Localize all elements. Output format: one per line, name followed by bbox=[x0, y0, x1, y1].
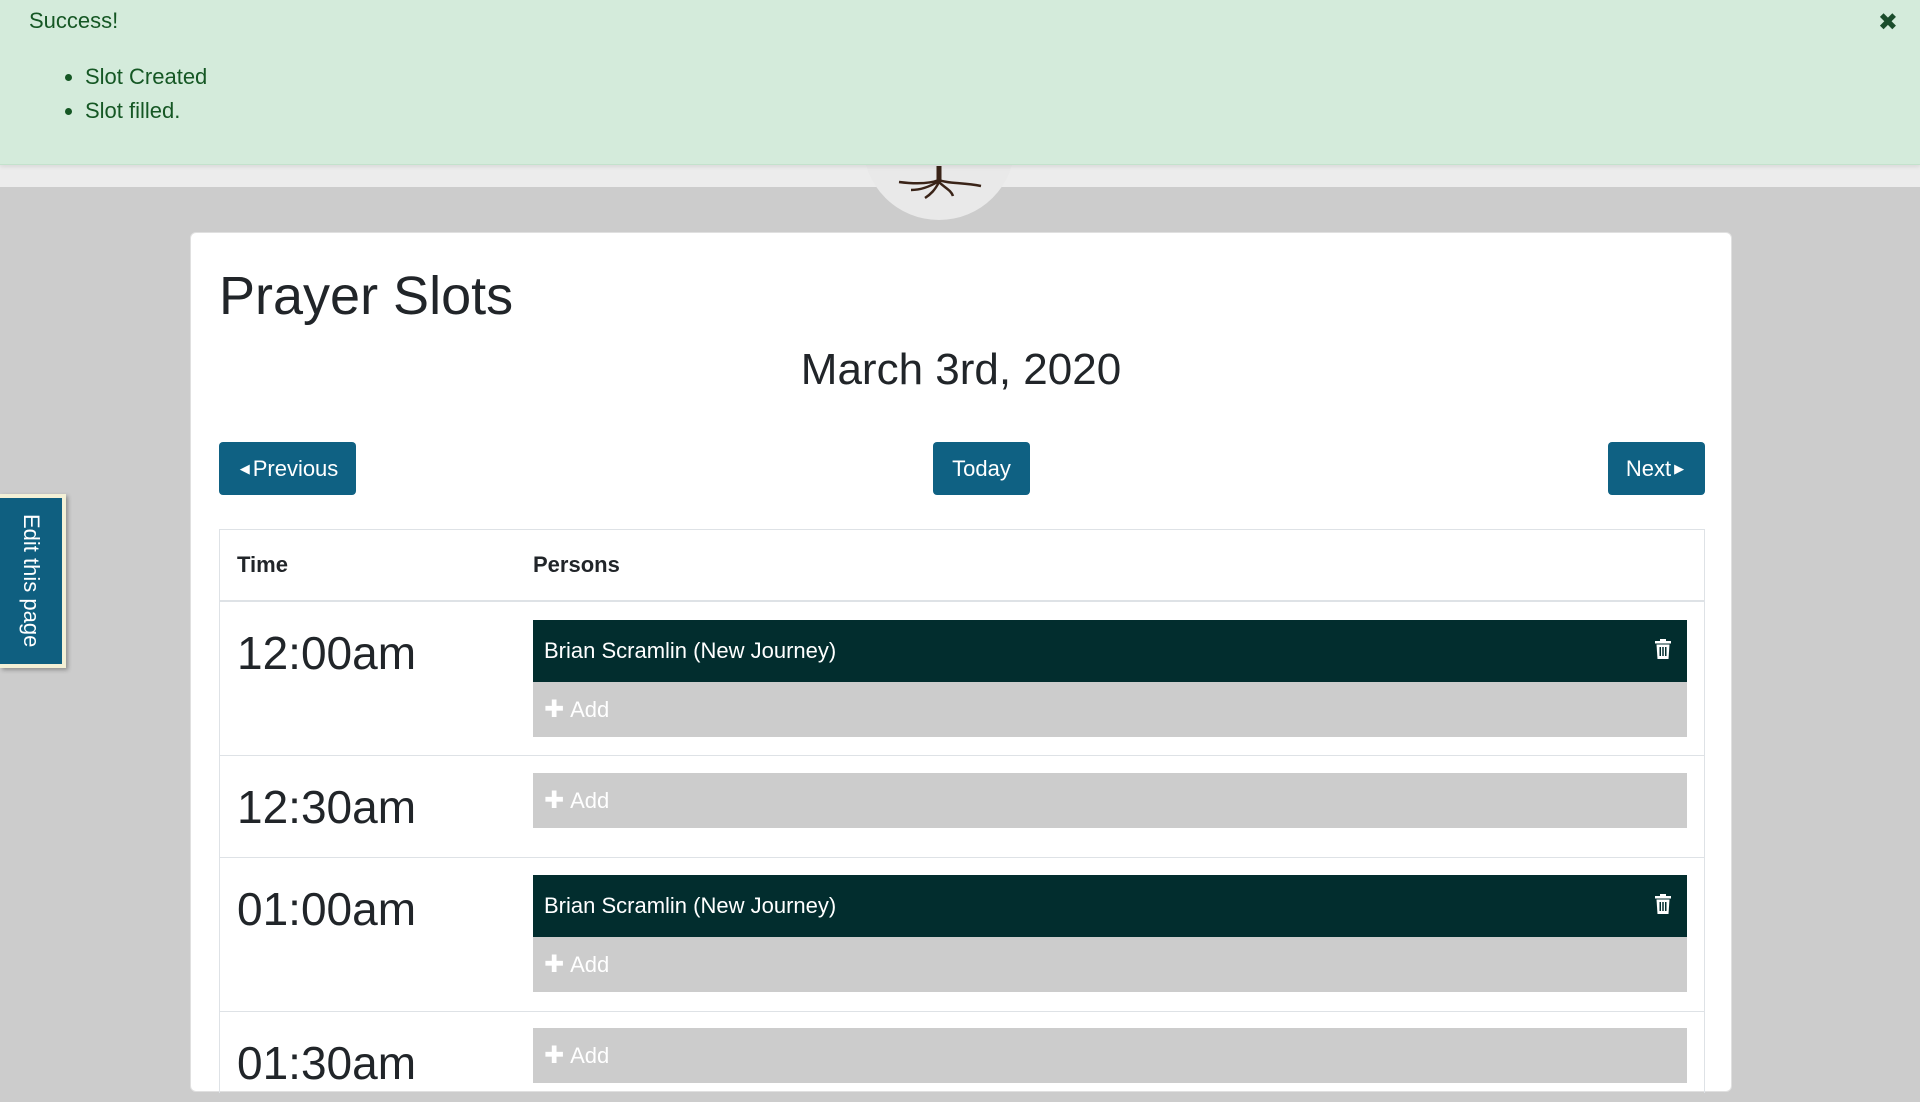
close-icon[interactable]: ✖ bbox=[1878, 8, 1898, 37]
prayer-slots-card: Prayer Slots March 3rd, 2020 ◀ Previous … bbox=[190, 232, 1732, 1093]
caret-left-icon: ◀ bbox=[239, 460, 250, 476]
slot-time: 12:00am bbox=[237, 627, 417, 679]
table-row: 01:00am Brian Scramlin (New Journey) ✚ A… bbox=[220, 858, 1704, 1012]
page-title: Prayer Slots bbox=[219, 266, 514, 326]
alert-message-list: Slot Created Slot filled. bbox=[56, 60, 207, 128]
add-label: Add bbox=[570, 696, 610, 722]
trash-icon[interactable] bbox=[1655, 639, 1671, 659]
today-button[interactable]: Today bbox=[933, 442, 1030, 495]
plus-icon: ✚ bbox=[544, 696, 565, 723]
trash-icon[interactable] bbox=[1655, 894, 1671, 914]
plus-icon: ✚ bbox=[544, 787, 565, 814]
today-label: Today bbox=[952, 455, 1011, 481]
person-name: Brian Scramlin (New Journey) bbox=[544, 893, 837, 918]
add-slot-button[interactable]: ✚ Add bbox=[533, 682, 1687, 737]
previous-button[interactable]: ◀ Previous bbox=[219, 442, 356, 495]
slots-table: Time Persons 12:00am Brian Scramlin (New… bbox=[219, 529, 1705, 1093]
table-header: Time Persons bbox=[220, 530, 1704, 602]
table-row: 12:30am ✚ Add bbox=[220, 756, 1704, 858]
success-alert: Success! Slot Created Slot filled. ✖ bbox=[0, 0, 1920, 165]
add-slot-button[interactable]: ✚ Add bbox=[533, 937, 1687, 992]
filled-slot: Brian Scramlin (New Journey) bbox=[533, 875, 1687, 937]
caret-right-icon: ▶ bbox=[1674, 460, 1685, 476]
column-header-time: Time bbox=[237, 552, 288, 577]
filled-slot: Brian Scramlin (New Journey) bbox=[533, 620, 1687, 682]
edit-page-tab[interactable]: Edit this page bbox=[0, 494, 66, 668]
alert-title: Success! bbox=[29, 8, 119, 33]
alert-message: Slot Created bbox=[85, 60, 207, 94]
previous-label: Previous bbox=[252, 455, 339, 481]
slot-time: 01:30am bbox=[237, 1037, 417, 1089]
slot-time: 01:00am bbox=[237, 883, 417, 935]
column-header-persons: Persons bbox=[533, 552, 620, 577]
table-row: 12:00am Brian Scramlin (New Journey) ✚ A… bbox=[220, 602, 1704, 756]
edit-page-label: Edit this page bbox=[19, 514, 44, 648]
add-label: Add bbox=[570, 787, 610, 813]
plus-icon: ✚ bbox=[544, 1042, 565, 1069]
plus-icon: ✚ bbox=[544, 951, 565, 978]
person-name: Brian Scramlin (New Journey) bbox=[544, 638, 837, 663]
table-row: 01:30am ✚ Add bbox=[220, 1012, 1704, 1102]
next-label: Next bbox=[1625, 455, 1672, 481]
add-slot-button[interactable]: ✚ Add bbox=[533, 1028, 1687, 1083]
add-label: Add bbox=[570, 951, 610, 977]
add-label: Add bbox=[570, 1042, 610, 1068]
slot-time: 12:30am bbox=[237, 781, 417, 833]
alert-message: Slot filled. bbox=[85, 94, 207, 128]
tree-logo-icon bbox=[898, 166, 982, 200]
current-date: March 3rd, 2020 bbox=[800, 345, 1122, 394]
next-button[interactable]: Next ▶ bbox=[1608, 442, 1705, 495]
add-slot-button[interactable]: ✚ Add bbox=[533, 773, 1687, 828]
